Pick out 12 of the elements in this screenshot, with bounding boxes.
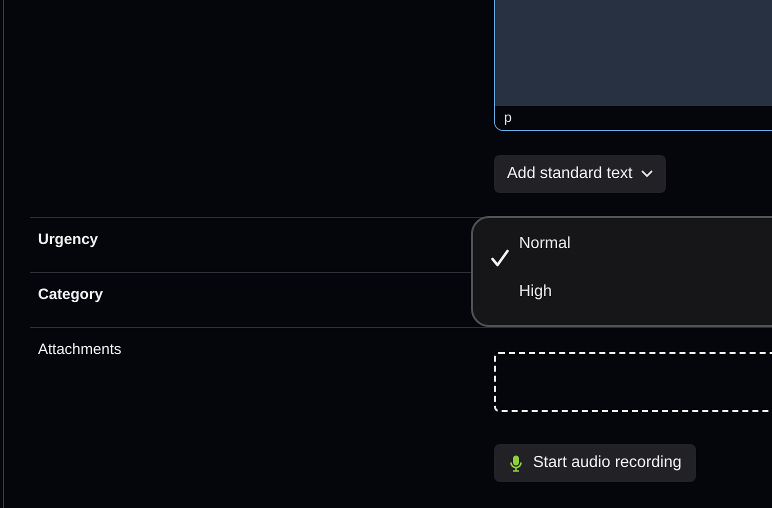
add-standard-text-button[interactable]: Add standard text xyxy=(494,155,666,193)
element-path: p xyxy=(504,109,512,125)
text-editor[interactable]: p xyxy=(494,0,772,131)
microphone-icon xyxy=(510,454,522,472)
menu-option[interactable]: High xyxy=(473,275,772,323)
drop-zone[interactable] xyxy=(494,352,772,412)
menu-option[interactable]: Normal xyxy=(473,227,772,275)
caret-icon xyxy=(641,170,654,178)
start-audio-recording-button[interactable]: Start audio recording xyxy=(494,444,696,482)
field-label: Urgency xyxy=(37,230,100,248)
field-label: Category xyxy=(37,285,104,303)
field-label: Attachments xyxy=(37,340,122,358)
